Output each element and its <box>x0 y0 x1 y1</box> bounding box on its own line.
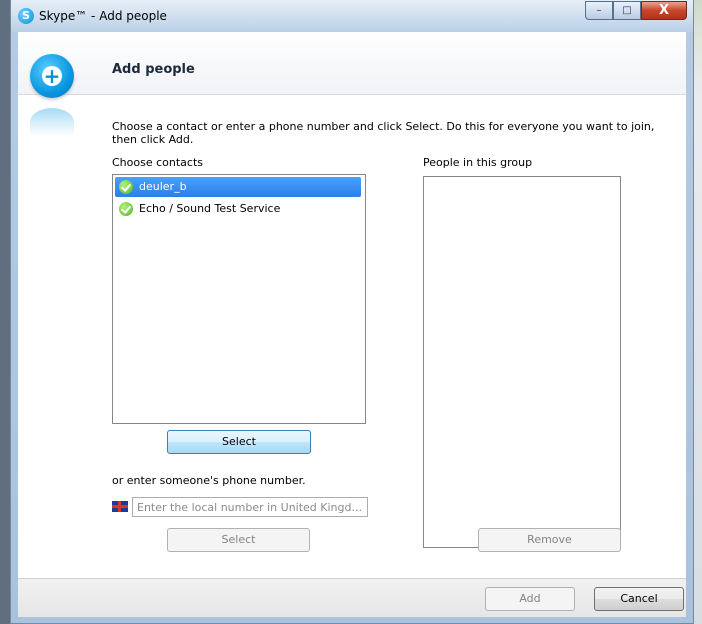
add-button[interactable]: Add <box>485 587 575 611</box>
select-phone-button[interactable]: Select <box>167 528 310 552</box>
plus-icon: + <box>42 64 62 88</box>
contact-item-echo[interactable]: Echo / Sound Test Service <box>115 199 361 219</box>
window-title: Skype™ - Add people <box>39 9 167 23</box>
maximize-button[interactable]: □ <box>613 1 641 20</box>
uk-flag-icon[interactable] <box>112 501 128 512</box>
title-bar[interactable]: S Skype™ - Add people – □ X <box>11 0 693 32</box>
phone-number-input[interactable] <box>132 497 368 517</box>
page-title: Add people <box>112 62 195 77</box>
dialog-body: Add people + Choose a contact or enter a… <box>18 32 686 617</box>
group-members-list[interactable] <box>423 176 621 548</box>
minimize-button[interactable]: – <box>585 1 613 20</box>
icon-reflection <box>30 108 74 136</box>
contact-item-deuler-b[interactable]: deuler_b <box>115 177 361 197</box>
add-people-dialog: S Skype™ - Add people – □ X Add people +… <box>10 0 694 624</box>
phone-number-label: or enter someone's phone number. <box>112 474 306 487</box>
cancel-button[interactable]: Cancel <box>594 587 684 611</box>
online-status-icon <box>119 202 133 216</box>
online-status-icon <box>119 180 133 194</box>
remove-button[interactable]: Remove <box>478 528 621 552</box>
choose-contacts-label: Choose contacts <box>112 156 204 169</box>
contacts-list[interactable]: deuler_b Echo / Sound Test Service <box>112 174 366 424</box>
group-label: People in this group <box>423 156 533 169</box>
dialog-header: Add people <box>18 32 686 95</box>
desktop-edge <box>0 0 10 624</box>
contact-name: deuler_b <box>139 180 187 193</box>
contact-name: Echo / Sound Test Service <box>139 202 281 215</box>
dialog-footer: Add Cancel <box>18 578 686 617</box>
add-person-icon: + <box>30 54 74 98</box>
skype-icon: S <box>18 8 34 24</box>
window-controls: – □ X <box>585 1 687 21</box>
select-contact-button[interactable]: Select <box>167 430 311 454</box>
close-button[interactable]: X <box>641 1 687 20</box>
instructions-text: Choose a contact or enter a phone number… <box>112 120 655 146</box>
